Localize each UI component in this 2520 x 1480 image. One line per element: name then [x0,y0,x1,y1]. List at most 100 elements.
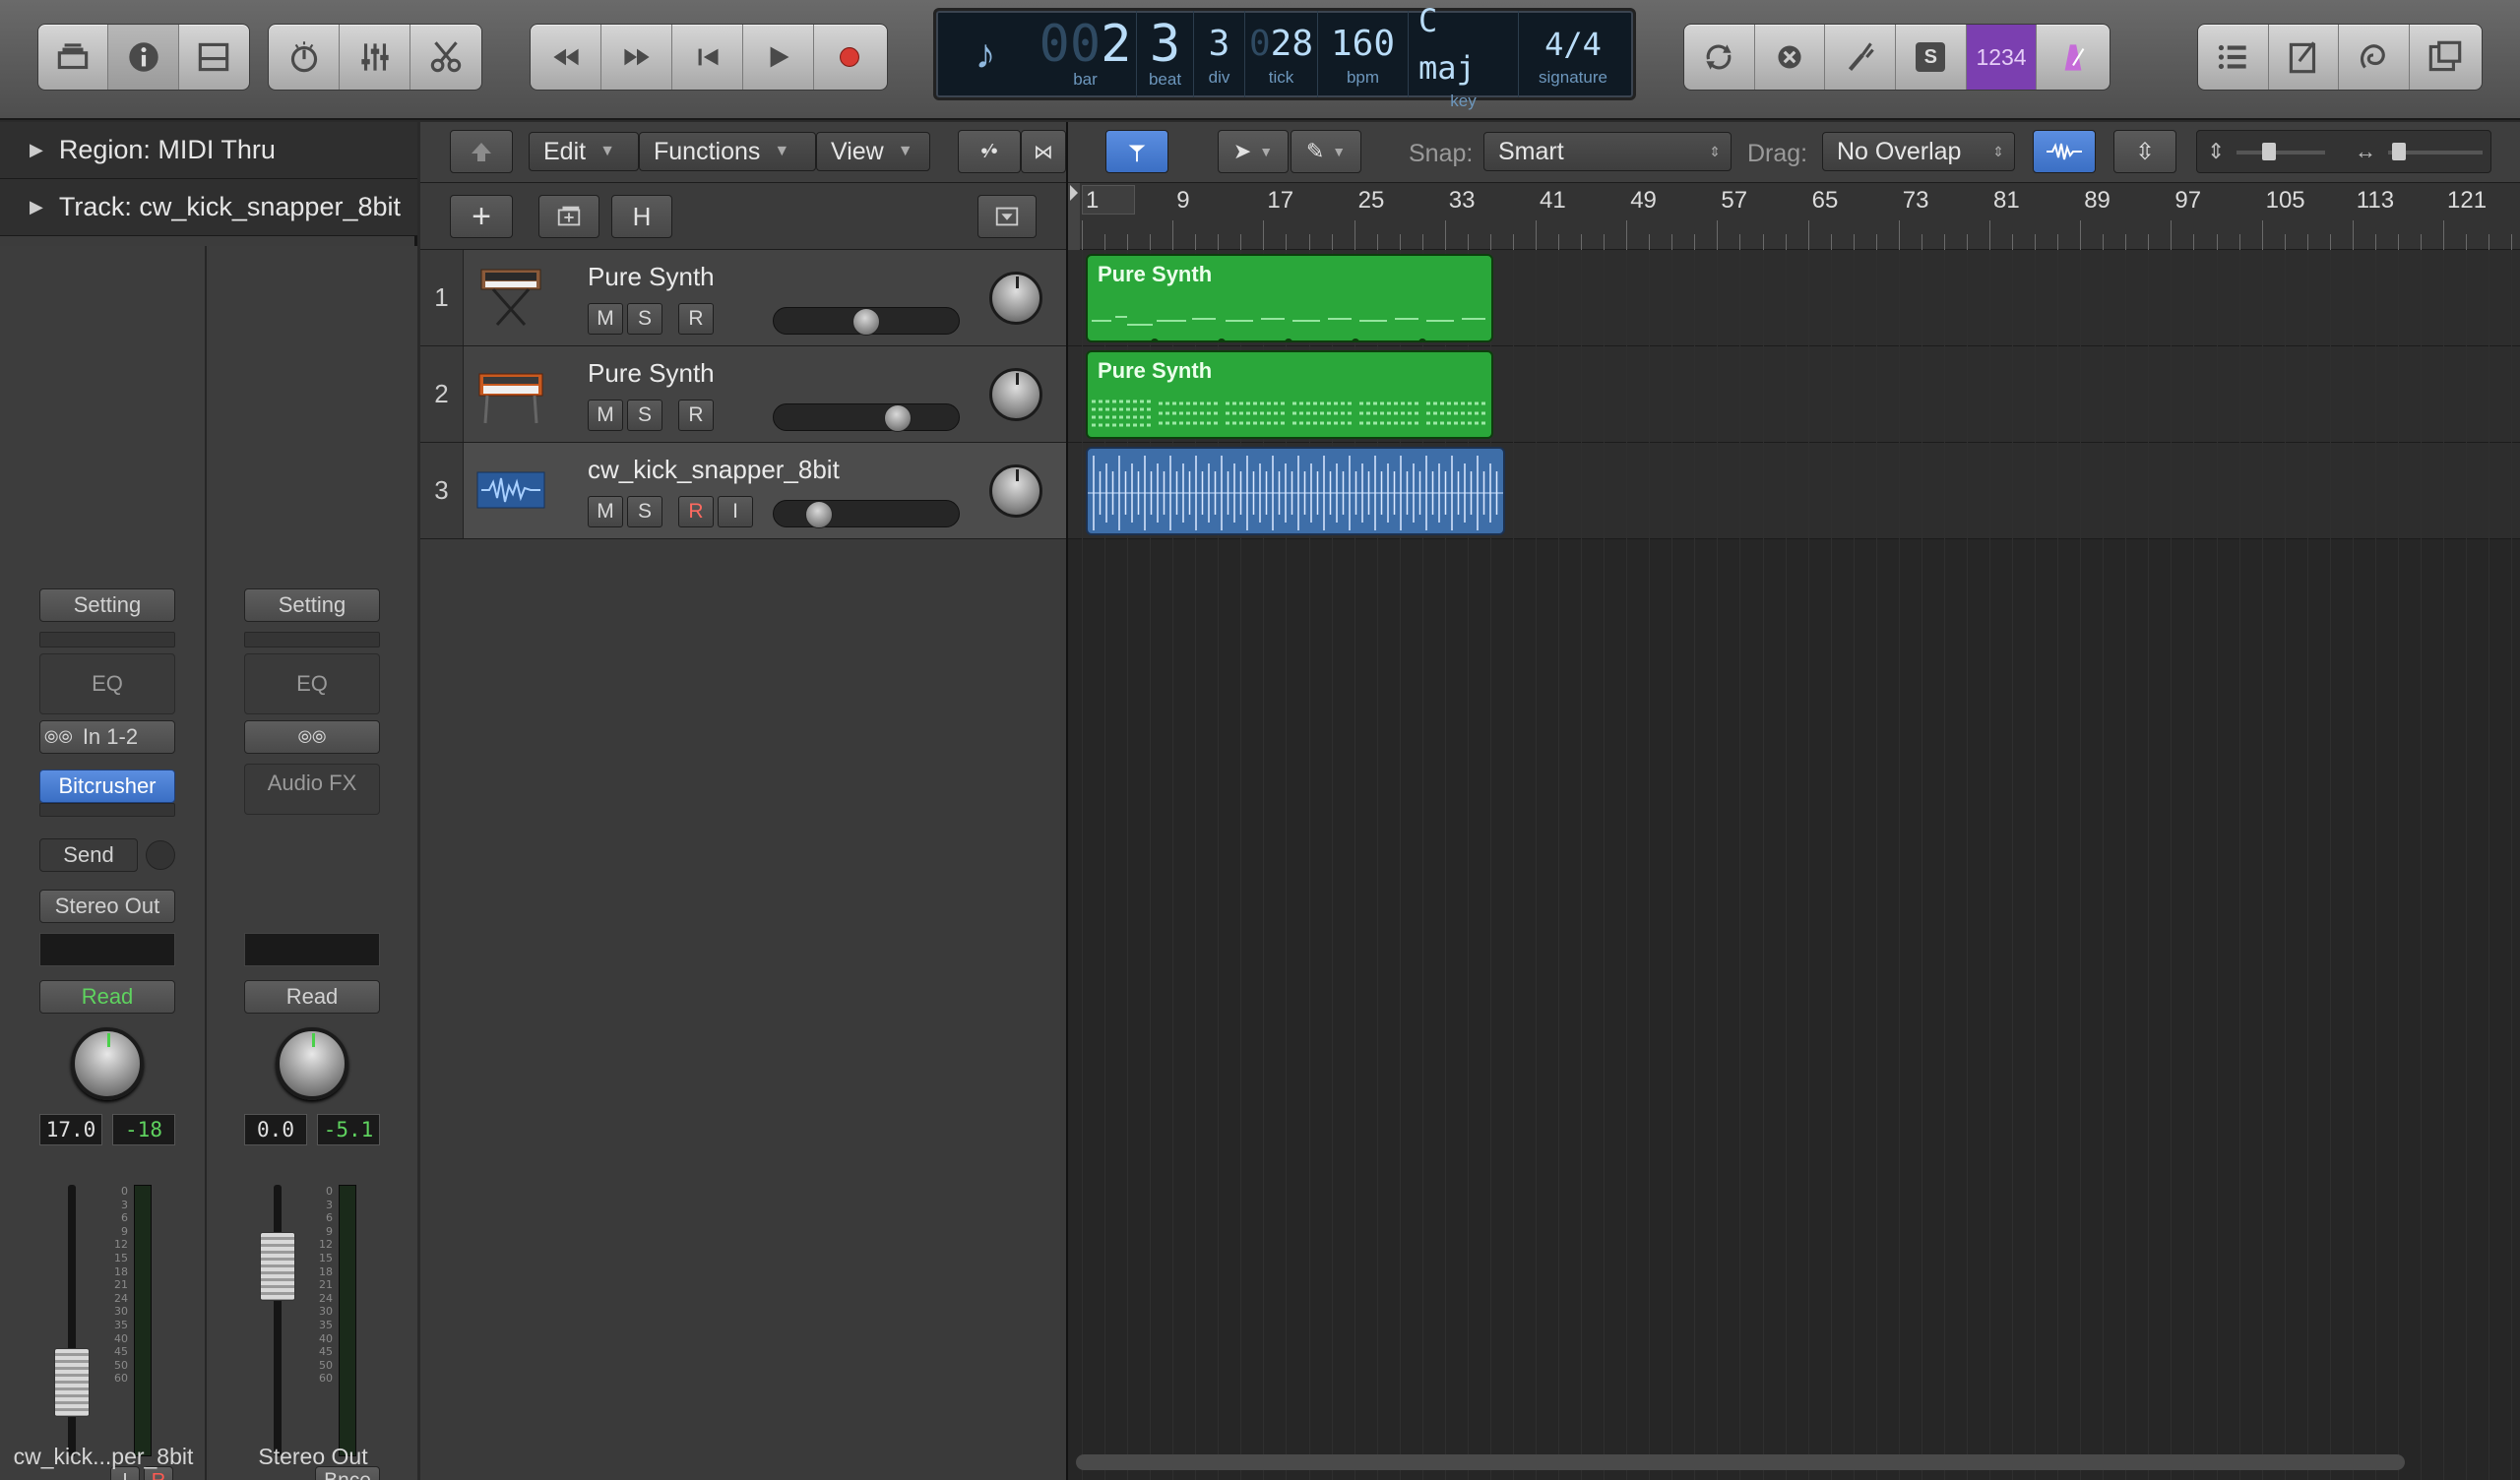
automation-icon[interactable]: •⁄• [958,130,1021,173]
automation-mode-button[interactable]: Read [244,980,380,1014]
volume-fader-cap[interactable] [54,1348,90,1417]
lcd-display[interactable]: ♪ 002 bar 3 beat 3 div 028 tick 160 bpm … [933,2,1636,110]
track-name[interactable]: Pure Synth [588,262,715,292]
track-inspector-header[interactable]: ▶ Track: cw_kick_snapper_8bit [0,179,417,236]
horizontal-scrollbar[interactable] [1076,1454,2405,1470]
track-header-2[interactable]: 2 Pure Synth M S R [420,346,1066,443]
volume-slider-thumb[interactable] [884,404,912,432]
send-level-knob[interactable] [146,840,175,870]
replace-icon[interactable] [1755,25,1826,90]
midi-region-2[interactable]: Pure Synth [1086,350,1493,439]
pencil-tool-menu[interactable]: ✎ ▼ [1291,130,1361,173]
horizontal-zoom-thumb[interactable] [2392,143,2406,160]
info-icon[interactable] [108,25,179,90]
output-slot[interactable]: Stereo Out [39,890,175,923]
peak-readout[interactable]: -18 [112,1114,175,1145]
waveform-zoom-icon[interactable] [2033,130,2096,173]
setting-button[interactable]: Setting [39,588,175,622]
zoom-sliders[interactable]: ⇕ ↔ [2196,130,2491,173]
automation-mode-button[interactable]: Read [39,980,175,1014]
tuner-icon[interactable] [1825,25,1897,90]
go-to-start-icon[interactable] [672,25,743,90]
up-arrow-icon[interactable] [450,130,513,173]
cycle-icon[interactable] [1684,25,1755,90]
lcd-key[interactable]: C maj key [1409,2,1519,110]
drag-select[interactable]: No Overlap ⇕ [1822,132,2015,171]
group-slot[interactable] [244,933,380,966]
pan-knob[interactable] [989,368,1042,421]
volume-fader-cap[interactable] [260,1232,295,1301]
fast-forward-icon[interactable] [601,25,672,90]
disclosure-triangle-icon[interactable]: ▶ [30,140,43,160]
volume-readout[interactable]: 0.0 [244,1114,307,1145]
snap-select[interactable]: Smart ⇕ [1483,132,1732,171]
input-monitor-button[interactable]: I [718,496,753,527]
volume-slider-thumb[interactable] [852,308,880,336]
browsers-icon[interactable] [2410,25,2482,90]
track-name[interactable]: Pure Synth [588,358,715,389]
disclosure-triangle-icon[interactable]: ▶ [30,197,43,217]
inbox-icon[interactable] [179,25,249,90]
vertical-zoom-slider[interactable] [2236,151,2325,154]
track-header-3[interactable]: 3 cw_kick_snapper_8bit M S R I [420,443,1066,539]
volume-slider[interactable] [773,307,960,336]
library-icon[interactable] [38,25,109,90]
record-enable-button[interactable]: R [678,496,714,527]
hide-tracks-button[interactable]: H [611,195,672,238]
note-pad-icon[interactable] [2269,25,2339,90]
plugin-slot-bitcrusher[interactable]: Bitcrusher [39,770,175,803]
global-tracks-icon[interactable] [977,195,1037,238]
mute-button[interactable]: M [588,496,623,527]
tracks-area[interactable]: ➤ ▼ ✎ ▼ Snap: Smart ⇕ Drag: No Overlap ⇕… [1066,122,2520,1480]
stereo-link-icon[interactable]: ⦾⦾ [244,720,380,754]
playhead-handle[interactable] [1068,183,1080,250]
volume-slider[interactable] [773,403,960,432]
record-enable-button[interactable]: R [678,303,714,335]
functions-menu[interactable]: Functions ▼ [639,132,816,171]
count-in-button[interactable]: 1234 [1966,25,2038,90]
solo-button[interactable]: S [627,496,662,527]
loop-browser-icon[interactable] [2339,25,2410,90]
pan-knob[interactable] [989,464,1042,518]
metronome-icon[interactable] [2037,25,2110,90]
peak-readout[interactable]: -5.1 [317,1114,380,1145]
auto-zoom-icon[interactable]: ⇳ [2113,130,2176,173]
solo-button[interactable]: S [627,303,662,335]
view-menu[interactable]: View ▼ [816,132,930,171]
editors-icon[interactable] [410,25,481,90]
bar-ruler[interactable]: 1 9 17 25 33 41 49 57 65 73 81 89 97 105 113 121 [1068,183,2520,250]
volume-readout[interactable]: 17.0 [39,1114,102,1145]
record-enable-button[interactable]: R [678,400,714,431]
group-slot[interactable] [39,933,175,966]
lcd-signature[interactable]: 4/4 signature [1519,11,1627,97]
region-inspector-header[interactable]: ▶ Region: MIDI Thru [0,122,417,179]
eq-display[interactable]: EQ [244,653,380,714]
smart-controls-icon[interactable] [269,25,340,90]
track-header-1[interactable]: 1 Pure Synth M S R [420,250,1066,346]
input-slot[interactable]: ⦾⦾ In 1-2 [39,720,175,754]
mute-button[interactable]: M [588,303,623,335]
midi-region-1[interactable]: Pure Synth [1086,254,1493,342]
flex-icon[interactable]: ⋈ [1021,130,1066,173]
setting-button[interactable]: Setting [244,588,380,622]
volume-slider[interactable] [773,500,960,528]
catch-playhead-icon[interactable] [1105,130,1168,173]
eq-display[interactable]: EQ [39,653,175,714]
pan-knob[interactable] [276,1027,348,1100]
lcd-tempo[interactable]: 160 bpm [1318,11,1409,97]
play-icon[interactable] [743,25,814,90]
add-track-button[interactable]: + [450,195,513,238]
mute-button[interactable]: M [588,400,623,431]
mixer-icon[interactable] [340,25,410,90]
audio-region-3[interactable] [1086,447,1505,535]
vertical-zoom-thumb[interactable] [2262,143,2276,160]
pan-knob[interactable] [989,272,1042,325]
edit-menu[interactable]: Edit ▼ [529,132,639,171]
lcd-mode-icon[interactable]: ♪ [936,11,1035,97]
solo-icon[interactable]: S [1896,25,1967,90]
volume-fader-track[interactable] [274,1185,282,1456]
send-slot[interactable]: Send [39,838,138,872]
solo-button[interactable]: S [627,400,662,431]
new-track-stack-icon[interactable] [538,195,599,238]
audio-fx-empty-slot[interactable] [39,803,175,817]
